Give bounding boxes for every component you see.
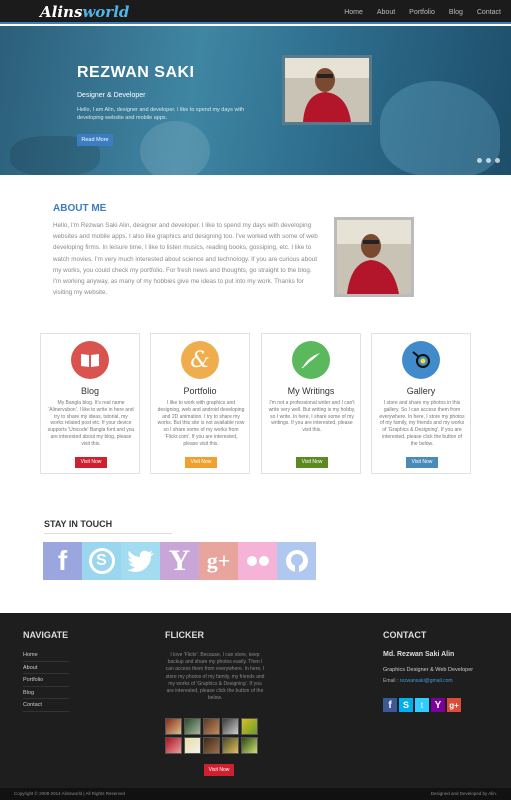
contact-name: Md. Rezwan Saki Alin xyxy=(383,651,455,658)
google-plus-icon[interactable]: g+ xyxy=(447,698,461,712)
portfolio-visit-button[interactable]: Visit Now xyxy=(185,457,217,468)
hero-text: Hello, I am Alin, designer and developer… xyxy=(77,107,245,121)
flickr-title: FLICKER xyxy=(165,630,204,640)
flickr-thumbnails xyxy=(165,718,271,754)
slider-dot[interactable] xyxy=(486,158,491,163)
contact-email: Email : rezwansaki@gmail.com xyxy=(383,678,453,684)
service-description: I like to work with graphics and designi… xyxy=(157,400,245,447)
hero-title: REZWAN SAKI xyxy=(77,64,195,81)
hero-slider xyxy=(0,26,511,175)
footer-link-contact[interactable]: Contact xyxy=(23,699,69,712)
divider xyxy=(44,533,172,534)
flickr-thumbnail[interactable] xyxy=(203,718,220,735)
flickr-thumbnail[interactable] xyxy=(241,737,258,754)
footer-social-icons: f S t Y g+ xyxy=(383,698,461,712)
gallery-visit-button[interactable]: Visit Now xyxy=(406,457,438,468)
skype-icon[interactable]: S xyxy=(399,698,413,712)
quill-pen-icon xyxy=(292,341,330,379)
flickr-thumbnail[interactable] xyxy=(241,718,258,735)
contact-title: CONTACT xyxy=(383,630,427,640)
hero-subtitle: Designer & Developer xyxy=(77,92,146,99)
about-text: Hello, I'm Rezwan Saki Alin, designer an… xyxy=(53,222,318,297)
nav-home[interactable]: Home xyxy=(344,9,363,16)
logo-text-part1: Alins xyxy=(40,3,83,21)
slider-pagination xyxy=(477,158,500,163)
email-link[interactable]: rezwansaki@gmail.com xyxy=(400,678,453,684)
service-description: I'm not a professional writer and I can'… xyxy=(268,400,356,434)
service-description: My Bangla blog. It's real name 'Alinervu… xyxy=(47,400,135,447)
flickr-thumbnail[interactable] xyxy=(165,737,182,754)
flickr-icon[interactable] xyxy=(238,542,277,580)
nav-contact[interactable]: Contact xyxy=(477,9,501,16)
hero-bg-shape xyxy=(140,121,210,175)
service-title: Gallery xyxy=(406,386,436,396)
flickr-thumbnail[interactable] xyxy=(184,718,201,735)
footer-link-about[interactable]: About xyxy=(23,662,69,674)
yahoo-icon[interactable]: Y xyxy=(160,542,199,580)
service-card-blog: Blog My Bangla blog. It's real name 'Ali… xyxy=(40,333,140,474)
nav-portfolio[interactable]: Portfolio xyxy=(409,9,435,16)
navigate-title: NAVIGATE xyxy=(23,630,69,640)
flickr-thumbnail[interactable] xyxy=(222,737,239,754)
stay-in-touch-title: STAY IN TOUCH xyxy=(44,519,113,529)
service-card-portfolio: & Portfolio I like to work with graphics… xyxy=(150,333,250,474)
footer-link-home[interactable]: Home xyxy=(23,649,69,662)
logo-text-part2: world xyxy=(82,3,130,21)
footer-link-blog[interactable]: Blog xyxy=(23,687,69,699)
google-plus-icon[interactable]: g+ xyxy=(199,542,238,580)
blog-visit-button[interactable]: Visit Now xyxy=(75,457,107,468)
slider-dot[interactable] xyxy=(477,158,482,163)
service-title: My Writings xyxy=(287,386,335,396)
hero-profile-photo xyxy=(282,55,372,125)
facebook-icon[interactable]: f xyxy=(43,542,82,580)
profile-photo-graphic xyxy=(285,58,369,122)
slider-dot[interactable] xyxy=(495,158,500,163)
copyright-text: Copyright © 2008-2014 Alinsworld | All R… xyxy=(14,791,126,796)
github-icon[interactable] xyxy=(277,542,316,580)
flickr-thumbnail[interactable] xyxy=(184,737,201,754)
footer-link-portfolio[interactable]: Portfolio xyxy=(23,674,69,687)
about-profile-photo xyxy=(334,217,414,297)
service-description: I store and share my photos in this gall… xyxy=(379,400,465,447)
social-icons-row: f S Y g+ xyxy=(43,542,316,580)
site-logo[interactable]: Alinsworld xyxy=(40,3,129,21)
about-photo-graphic xyxy=(337,220,411,294)
footer-nav: Home About Portfolio Blog Contact xyxy=(23,649,69,712)
skype-icon[interactable]: S xyxy=(82,542,121,580)
service-card-writings: My Writings I'm not a professional write… xyxy=(261,333,361,474)
twitter-icon[interactable] xyxy=(121,542,160,580)
nav-blog[interactable]: Blog xyxy=(449,9,463,16)
book-icon xyxy=(71,341,109,379)
contact-role: Graphics Designer & Web Developer xyxy=(383,667,474,673)
service-title: Blog xyxy=(80,386,99,396)
service-card-gallery: Gallery I store and share my photos in t… xyxy=(371,333,471,474)
service-title: Portfolio xyxy=(183,386,217,396)
facebook-icon[interactable]: f xyxy=(383,698,397,712)
flickr-thumbnail[interactable] xyxy=(203,737,220,754)
ampersand-icon: & xyxy=(181,341,219,379)
credit-text: Designed and Developed by Alin. xyxy=(430,791,497,796)
yahoo-icon[interactable]: Y xyxy=(431,698,445,712)
page: Alinsworld Home About Portfolio Blog Con… xyxy=(0,0,511,800)
flickr-text: I love 'Flickr'. Because, I can store, k… xyxy=(165,652,265,702)
main-nav: Home About Portfolio Blog Contact xyxy=(344,0,501,24)
about-title: ABOUT ME xyxy=(53,203,107,214)
read-more-button[interactable]: Read More xyxy=(77,134,113,146)
writings-visit-button[interactable]: Visit Now xyxy=(296,457,328,468)
camera-spiral-icon xyxy=(402,341,440,379)
flickr-thumbnail[interactable] xyxy=(222,718,239,735)
flickr-visit-button[interactable]: Visit Now xyxy=(204,764,234,776)
email-label: Email : xyxy=(383,678,400,684)
twitter-icon[interactable]: t xyxy=(415,698,429,712)
nav-about[interactable]: About xyxy=(377,9,395,16)
flickr-thumbnail[interactable] xyxy=(165,718,182,735)
